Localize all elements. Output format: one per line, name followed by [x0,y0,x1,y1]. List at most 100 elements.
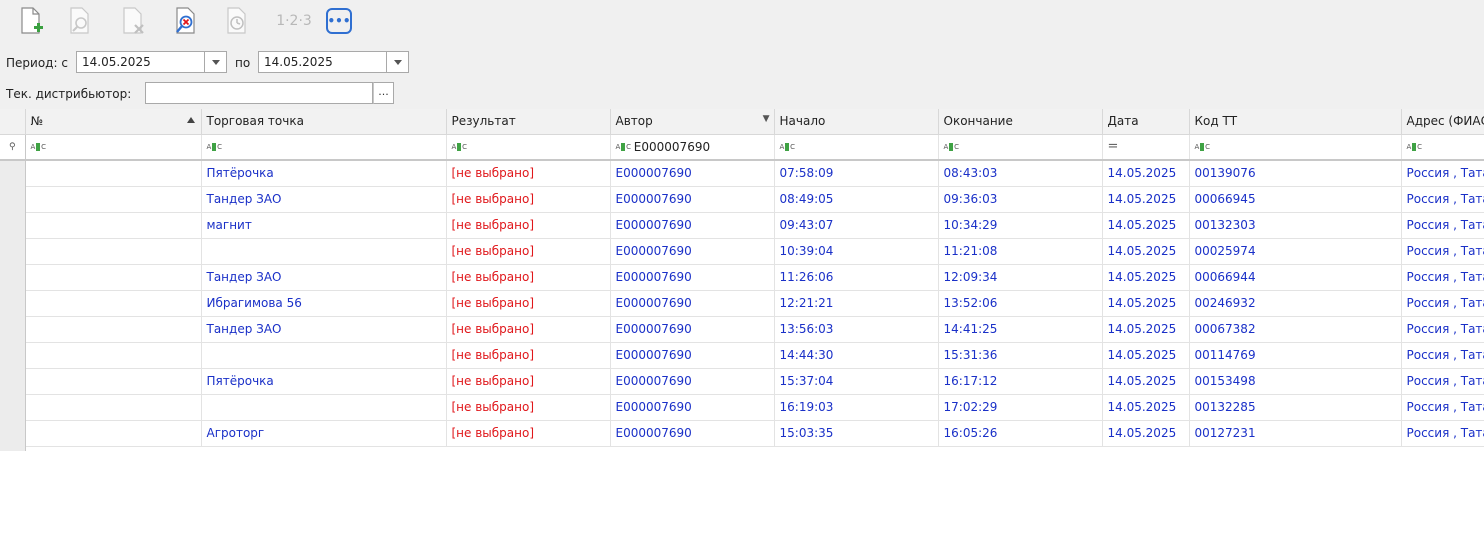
cell-start[interactable]: 10:39:04 [774,238,939,265]
cell-outlet[interactable] [201,394,447,421]
cell-date[interactable]: 14.05.2025 [1102,160,1190,187]
cell-date[interactable]: 14.05.2025 [1102,238,1190,265]
zoom-cancel-icon[interactable] [171,5,201,37]
cell-end[interactable]: 08:43:03 [938,160,1103,187]
table-row[interactable]: магнит [не выбрано] E000007690 09:43:07 10:3… [0,212,1484,239]
cell-result[interactable]: [не выбрано] [446,342,611,369]
period-from-dropdown[interactable] [205,51,227,73]
cell-code[interactable]: 00025974 [1189,238,1402,265]
cell-end[interactable]: 09:36:03 [938,186,1103,213]
cell-outlet[interactable]: Тандер ЗАО [201,316,447,343]
cell-number[interactable] [25,212,202,239]
clock-icon[interactable] [222,5,252,37]
cell-author[interactable]: E000007690 [610,368,775,395]
cell-outlet[interactable]: Пятёрочка [201,160,447,187]
cell-code[interactable]: 00067382 [1189,316,1402,343]
cell-start[interactable]: 11:26:06 [774,264,939,291]
col-header-result[interactable]: Результат [446,109,611,135]
cell-end[interactable]: 16:05:26 [938,420,1103,447]
filter-cell-result[interactable]: AC [446,134,611,161]
cell-code[interactable]: 00114769 [1189,342,1402,369]
cell-end[interactable]: 14:41:25 [938,316,1103,343]
table-row[interactable]: [не выбрано] E000007690 16:19:03 17:02:29 14… [0,394,1484,421]
cell-date[interactable]: 14.05.2025 [1102,186,1190,213]
filter-cell-number[interactable]: AC [25,134,202,161]
cell-code[interactable]: 00132303 [1189,212,1402,239]
cell-end[interactable]: 13:52:06 [938,290,1103,317]
table-row[interactable]: [не выбрано] E000007690 14:44:30 15:31:36 14… [0,342,1484,369]
cell-outlet[interactable]: Тандер ЗАО [201,186,447,213]
cell-number[interactable] [25,160,202,187]
cell-result[interactable]: [не выбрано] [446,290,611,317]
col-header-address[interactable]: Адрес (ФИАС [1401,109,1484,135]
cell-author[interactable]: E000007690 [610,160,775,187]
cell-date[interactable]: 14.05.2025 [1102,264,1190,291]
cell-result[interactable]: [не выбрано] [446,420,611,447]
cell-number[interactable] [25,264,202,291]
filter-cell-address[interactable]: AC [1401,134,1484,161]
cell-number[interactable] [25,342,202,369]
cell-end[interactable]: 11:21:08 [938,238,1103,265]
cell-address[interactable]: Россия , Тата [1401,238,1484,265]
cell-end[interactable]: 10:34:29 [938,212,1103,239]
cell-outlet[interactable]: Пятёрочка [201,368,447,395]
cell-start[interactable]: 13:56:03 [774,316,939,343]
col-header-author[interactable]: Автор ▼ [610,109,775,135]
table-row[interactable]: Тандер ЗАО [не выбрано] E000007690 11:26:06… [0,264,1484,291]
new-document-icon[interactable] [17,5,47,37]
cell-start[interactable]: 15:03:35 [774,420,939,447]
cell-number[interactable] [25,316,202,343]
cell-number[interactable] [25,394,202,421]
filter-cell-end[interactable]: AC [938,134,1103,161]
table-row[interactable]: [не выбрано] E000007690 10:39:04 11:21:08 14… [0,238,1484,265]
table-row[interactable]: Тандер ЗАО [не выбрано] E000007690 13:56:03… [0,316,1484,343]
cell-address[interactable]: Россия , Тата [1401,186,1484,213]
cell-start[interactable]: 12:21:21 [774,290,939,317]
cell-end[interactable]: 17:02:29 [938,394,1103,421]
cell-address[interactable]: Россия , Тата [1401,160,1484,187]
cell-date[interactable]: 14.05.2025 [1102,420,1190,447]
cell-number[interactable] [25,290,202,317]
col-header-start[interactable]: Начало [774,109,939,135]
filter-cell-code[interactable]: AC [1189,134,1402,161]
cell-outlet[interactable]: Тандер ЗАО [201,264,447,291]
cell-result[interactable]: [не выбрано] [446,238,611,265]
cell-end[interactable]: 16:17:12 [938,368,1103,395]
cell-result[interactable]: [не выбрано] [446,368,611,395]
delete-icon[interactable] [119,5,149,37]
cell-author[interactable]: E000007690 [610,394,775,421]
numbering-icon[interactable]: 1·2·3 [274,5,314,37]
cell-date[interactable]: 14.05.2025 [1102,342,1190,369]
cell-author[interactable]: E000007690 [610,420,775,447]
cell-start[interactable]: 16:19:03 [774,394,939,421]
cell-date[interactable]: 14.05.2025 [1102,212,1190,239]
distributor-field[interactable] [145,82,373,104]
cell-address[interactable]: Россия , Тата [1401,316,1484,343]
cell-author[interactable]: E000007690 [610,238,775,265]
cell-address[interactable]: Россия , Тата [1401,212,1484,239]
cell-code[interactable]: 00246932 [1189,290,1402,317]
cell-code[interactable]: 00153498 [1189,368,1402,395]
cell-outlet[interactable] [201,342,447,369]
cell-author[interactable]: E000007690 [610,316,775,343]
cell-start[interactable]: 15:37:04 [774,368,939,395]
cell-address[interactable]: Россия , Тата [1401,264,1484,291]
cell-address[interactable]: Россия , Тата [1401,342,1484,369]
cell-result[interactable]: [не выбрано] [446,212,611,239]
col-header-number[interactable]: № [25,109,202,135]
cell-code[interactable]: 00132285 [1189,394,1402,421]
cell-start[interactable]: 09:43:07 [774,212,939,239]
table-row[interactable]: Тандер ЗАО [не выбрано] E000007690 08:49:05… [0,186,1484,213]
period-from-field[interactable]: 14.05.2025 [76,51,205,73]
cell-number[interactable] [25,186,202,213]
filter-cell-author[interactable]: A C E000007690 [610,134,775,161]
distributor-select-button[interactable]: ... [373,82,394,104]
cell-number[interactable] [25,420,202,447]
cell-outlet[interactable]: магнит [201,212,447,239]
cell-author[interactable]: E000007690 [610,342,775,369]
cell-date[interactable]: 14.05.2025 [1102,290,1190,317]
period-to-field[interactable]: 14.05.2025 [258,51,387,73]
table-row[interactable]: Пятёрочка [не выбрано] E000007690 15:37:04 1… [0,368,1484,395]
filter-cell-outlet[interactable]: AC [201,134,447,161]
table-row[interactable]: Агроторг [не выбрано] E000007690 15:03:35 16… [0,420,1484,447]
